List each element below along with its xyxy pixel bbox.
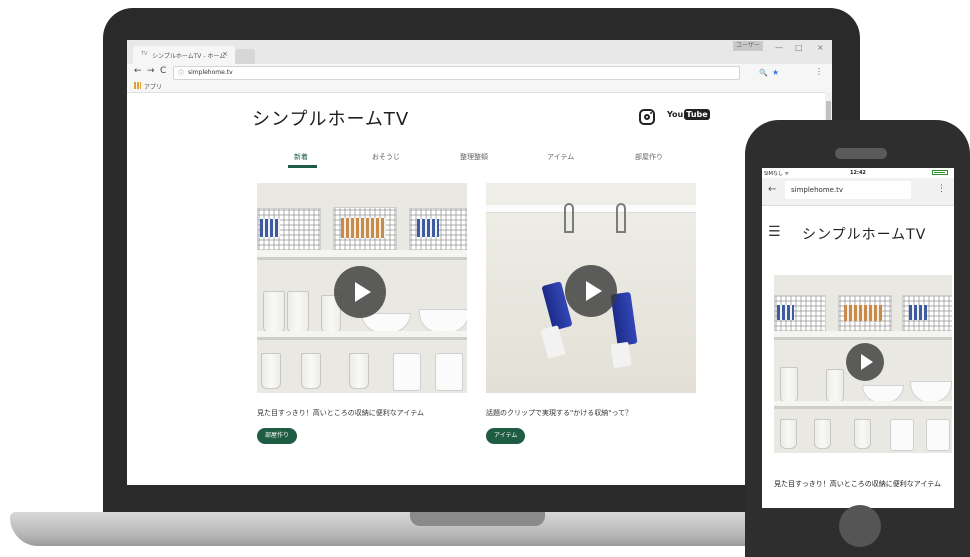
forward-arrow-icon[interactable]: →: [147, 66, 155, 76]
address-url[interactable]: simplehome.tv: [188, 69, 233, 76]
tension-rod-image: [486, 205, 696, 213]
address-bar[interactable]: ⓘ simplehome.tv 🔍 ★: [173, 66, 779, 80]
glass-image: [780, 367, 798, 403]
browser-tabbar: TV シンプルホームTV - ホーム × ユーザー — □ ×: [127, 40, 832, 64]
phone-address-bar[interactable]: simplehome.tv: [785, 181, 911, 199]
nav-item-cleaning[interactable]: おそうじ: [372, 152, 400, 162]
youtube-icon[interactable]: You Tube: [667, 109, 710, 120]
minimize-icon[interactable]: —: [775, 43, 783, 52]
browser-tab[interactable]: TV シンプルホームTV - ホーム ×: [133, 46, 235, 64]
shelf-image: [774, 401, 952, 409]
card-1-tag[interactable]: 部屋作り: [257, 428, 298, 444]
tube-cap-image: [610, 341, 632, 369]
mug-image: [926, 419, 950, 451]
phone-card-caption[interactable]: 見た目すっきり！高いところの収納に便利なアイテム: [774, 480, 949, 489]
bookmark-star-icon[interactable]: ★: [772, 68, 779, 77]
card-1-thumbnail[interactable]: [257, 183, 467, 393]
shelf-image: [257, 331, 467, 340]
site-title[interactable]: シンプルホームTV: [252, 105, 409, 131]
youtube-you-text: You: [667, 110, 684, 119]
maximize-icon[interactable]: □: [795, 43, 803, 52]
battery-icon: [932, 170, 948, 175]
glass-image: [287, 291, 309, 333]
mug-image: [393, 353, 421, 391]
phone-home-button[interactable]: [839, 505, 881, 547]
phone-browser-bar: ← simplehome.tv ⋮: [762, 178, 954, 206]
phone-speaker: [835, 148, 887, 159]
nav-item-items[interactable]: アイテム: [547, 152, 574, 162]
tab-favicon-icon: TV: [141, 51, 148, 57]
apps-bookmark[interactable]: アプリ: [144, 82, 162, 91]
laptop-screen: TV シンプルホームTV - ホーム × ユーザー — □ × ← → C ⓘ …: [127, 40, 832, 485]
nav-item-room-making[interactable]: 部屋作り: [635, 152, 663, 162]
laptop-notch: [410, 512, 545, 526]
clip-hook-image: [616, 203, 626, 233]
card-2-caption[interactable]: 話題のクリップで実現する"かける収納"って？: [486, 408, 632, 418]
storage-box-image: [417, 219, 439, 237]
user-profile-badge[interactable]: ユーザー: [733, 41, 763, 51]
glass-image: [349, 353, 369, 389]
storage-box-image: [260, 219, 280, 237]
play-icon[interactable]: [565, 265, 617, 317]
card-1-caption[interactable]: 見た目すっきり！高いところの収納に便利なアイテム: [257, 408, 424, 418]
carrier-text: SIMなし ᯤ: [764, 171, 790, 177]
bookmarks-bar: アプリ: [127, 80, 832, 93]
instagram-icon[interactable]: [639, 109, 655, 125]
reload-icon[interactable]: C: [160, 66, 166, 76]
phone-screen: SIMなし ᯤ 12:42 ← simplehome.tv ⋮ ☰ シンプルホー…: [762, 168, 954, 508]
phone-frame: SIMなし ᯤ 12:42 ← simplehome.tv ⋮ ☰ シンプルホー…: [745, 120, 970, 557]
window-close-icon[interactable]: ×: [817, 43, 824, 52]
glass-image: [301, 353, 321, 389]
glass-image: [814, 419, 831, 449]
phone-status-bar: SIMなし ᯤ 12:42: [762, 168, 954, 178]
clock-text: 12:42: [850, 170, 866, 176]
bowl-image: [910, 381, 952, 403]
nav-active-indicator: [288, 165, 317, 168]
card-2-tag[interactable]: アイテム: [486, 428, 526, 444]
glass-image: [854, 419, 871, 449]
glass-image: [780, 419, 797, 449]
nav-item-new[interactable]: 新着: [294, 152, 308, 162]
phone-menu-icon[interactable]: ⋮: [937, 184, 946, 194]
card-2-thumbnail[interactable]: [486, 183, 696, 393]
storage-box-image: [844, 305, 882, 321]
tab-close-icon[interactable]: ×: [222, 50, 228, 58]
glass-image: [263, 291, 285, 333]
phone-card-thumbnail[interactable]: [774, 275, 952, 453]
storage-box-image: [341, 218, 386, 238]
glass-image: [261, 353, 281, 389]
new-tab-button[interactable]: [235, 49, 255, 64]
zoom-icon[interactable]: 🔍: [759, 69, 768, 77]
shelf-image: [257, 250, 467, 260]
phone-back-arrow-icon[interactable]: ←: [768, 184, 776, 195]
mug-image: [890, 419, 914, 451]
tube-cap-image: [540, 325, 566, 359]
storage-box-image: [909, 305, 927, 320]
hamburger-menu-icon[interactable]: ☰: [768, 224, 781, 240]
glass-image: [826, 369, 844, 403]
back-arrow-icon[interactable]: ←: [134, 66, 142, 76]
mug-image: [435, 353, 463, 391]
bowl-image: [419, 309, 467, 333]
browser-toolbar: ← → C ⓘ simplehome.tv 🔍 ★ ⋮: [127, 64, 832, 80]
clip-hook-image: [564, 203, 574, 233]
play-icon[interactable]: [334, 266, 386, 318]
storage-box-image: [777, 305, 794, 320]
browser-menu-icon[interactable]: ⋮: [815, 67, 823, 76]
phone-play-icon[interactable]: [846, 343, 884, 381]
info-icon[interactable]: ⓘ: [178, 68, 184, 77]
phone-site-title[interactable]: シンプルホームTV: [802, 224, 926, 244]
tab-title: シンプルホームTV - ホーム: [152, 53, 226, 60]
youtube-tube-text: Tube: [684, 109, 710, 120]
apps-grid-icon[interactable]: [134, 82, 141, 89]
nav-item-organizing[interactable]: 整理整頓: [460, 152, 488, 162]
shelf-image: [774, 331, 952, 340]
